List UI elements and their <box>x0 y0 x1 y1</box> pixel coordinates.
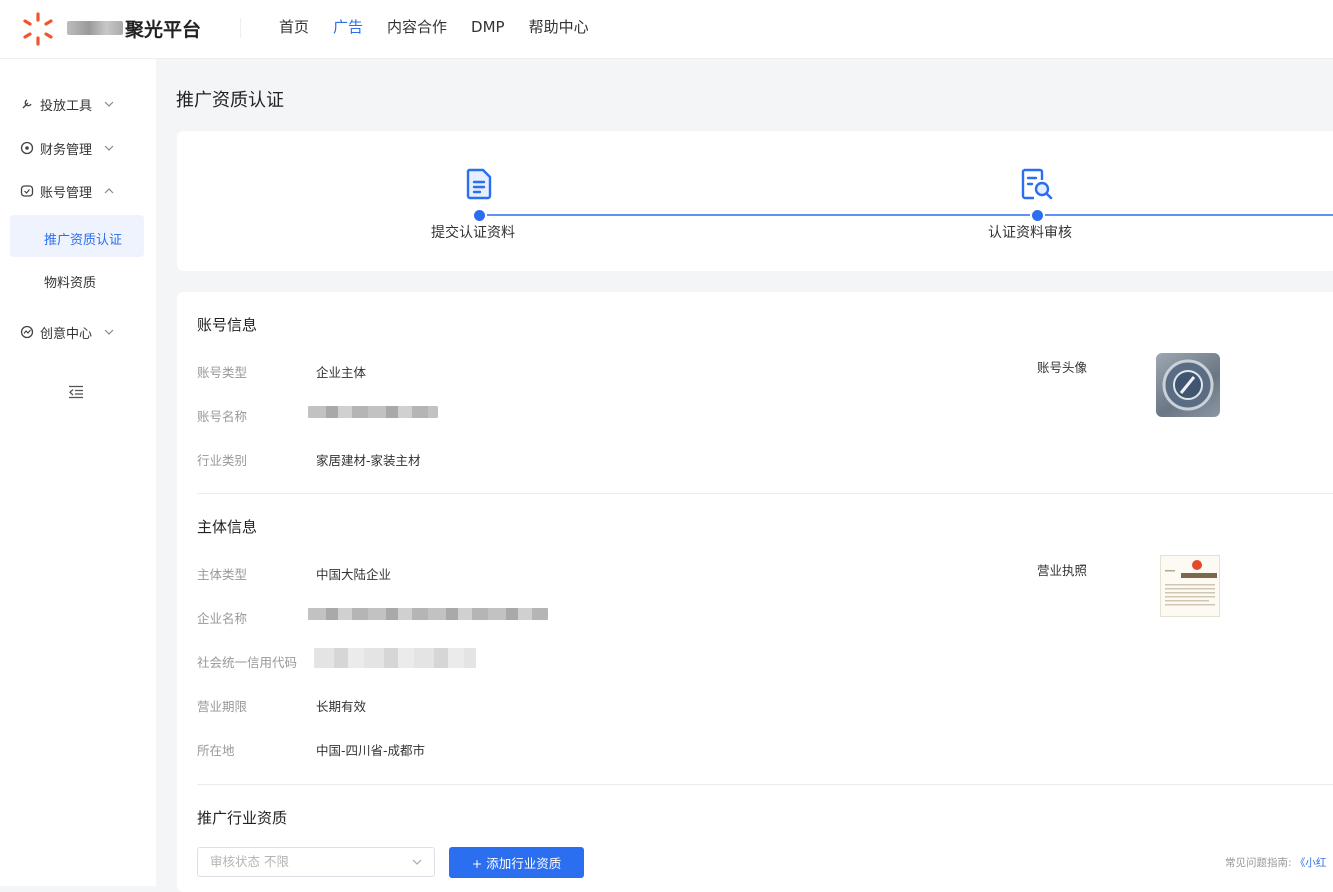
avatar-label: 账号头像 <box>1037 360 1088 375</box>
business-license-image <box>1165 560 1217 606</box>
brand-redacted <box>67 21 123 35</box>
step-2-dot <box>1030 208 1045 223</box>
nav-divider <box>240 18 241 38</box>
progress-steps: 提交认证资料 认证资料审核 <box>177 131 1333 271</box>
faq-guide: 常见问题指南: 《小红 <box>1225 855 1326 870</box>
section-divider <box>197 784 1333 785</box>
step-2-label: 认证资料审核 <box>988 225 1072 241</box>
account-name-label: 账号名称 <box>197 409 248 424</box>
review-status-select[interactable]: 审核状态 不限 <box>197 847 435 877</box>
sidebar-item-label: 创意中心 <box>40 326 93 342</box>
nav-home[interactable]: 首页 <box>279 17 309 37</box>
sidebar-subitem-material-qualification[interactable]: 物料资质 <box>44 272 96 291</box>
faq-link[interactable]: 《小红 <box>1295 857 1327 869</box>
account-type-label: 账号类型 <box>197 365 248 380</box>
review-status-value: 审核状态 不限 <box>210 854 289 869</box>
credit-code-label: 社会统一信用代码 <box>197 655 298 670</box>
sidebar-item-label: 投放工具 <box>40 98 93 114</box>
industry-label: 行业类别 <box>197 453 248 468</box>
location-label: 所在地 <box>197 743 235 758</box>
logo-icon <box>23 12 53 46</box>
subject-info-title: 主体信息 <box>197 518 258 536</box>
nav-ads[interactable]: 广告 <box>333 17 363 37</box>
account-type-value: 企业主体 <box>316 365 367 380</box>
step-1-dot <box>472 208 487 223</box>
creative-icon <box>20 325 34 339</box>
finance-icon <box>20 141 34 155</box>
sidebar-item-creative-center[interactable]: 创意中心 <box>20 321 114 343</box>
page-title: 推广资质认证 <box>176 90 284 111</box>
avatar[interactable] <box>1156 353 1220 417</box>
subject-type-value: 中国大陆企业 <box>316 567 392 582</box>
chevron-down-icon <box>104 145 114 151</box>
subject-type-label: 主体类型 <box>197 567 248 582</box>
nav-content-cooperation[interactable]: 内容合作 <box>387 17 447 37</box>
sidebar-item-label: 财务管理 <box>40 142 93 158</box>
sidebar-subitem-promotion-qualification[interactable]: 推广资质认证 <box>44 229 122 248</box>
qualification-info-card: 账号信息 账号类型 企业主体 账号名称 行业类别 家居建材-家装主材 账号头像 … <box>177 292 1333 892</box>
account-icon <box>20 185 34 197</box>
sidebar-item-tools[interactable]: 投放工具 <box>20 93 114 115</box>
section-divider <box>197 493 1333 494</box>
credit-code-redacted <box>314 648 476 668</box>
industry-qualification-title: 推广行业资质 <box>197 809 288 827</box>
top-navigation-bar: 聚光平台 首页 广告 内容合作 DMP 帮助中心 <box>0 0 1333 59</box>
company-name-redacted <box>308 608 548 620</box>
industry-value: 家居建材-家装主材 <box>316 453 421 468</box>
account-name-redacted <box>308 406 438 418</box>
company-name-label: 企业名称 <box>197 611 248 626</box>
chevron-up-icon <box>104 188 114 194</box>
avatar-image <box>1162 359 1214 411</box>
collapse-sidebar-icon[interactable] <box>68 385 84 399</box>
platform-name: 聚光平台 <box>125 19 202 41</box>
step-1-label: 提交认证资料 <box>431 225 515 241</box>
business-license-thumbnail[interactable] <box>1160 555 1220 617</box>
document-search-icon <box>1021 168 1053 200</box>
main-nav: 首页 广告 内容合作 DMP 帮助中心 <box>279 17 613 37</box>
location-value: 中国-四川省-成都市 <box>316 743 426 758</box>
step-connector <box>477 214 1333 216</box>
sidebar-item-label: 账号管理 <box>40 185 93 201</box>
tool-icon <box>22 99 32 109</box>
business-license-label: 营业执照 <box>1037 563 1088 578</box>
nav-dmp[interactable]: DMP <box>471 17 505 37</box>
chevron-down-icon <box>104 329 114 335</box>
chevron-down-icon <box>412 859 422 865</box>
chevron-down-icon <box>104 101 114 107</box>
account-info-title: 账号信息 <box>197 316 258 334</box>
nav-help-center[interactable]: 帮助中心 <box>529 17 589 37</box>
add-industry-qualification-button[interactable]: + 添加行业资质 <box>449 847 584 878</box>
business-period-label: 营业期限 <box>197 699 248 714</box>
sidebar-item-finance[interactable]: 财务管理 <box>20 137 114 159</box>
sidebar-item-account[interactable]: 账号管理 <box>20 180 114 202</box>
sidebar: 投放工具 财务管理 账号管理 推广资质认证 物料资质 创意中心 <box>0 59 156 886</box>
business-period-value: 长期有效 <box>316 699 367 714</box>
faq-prefix: 常见问题指南: <box>1225 857 1292 869</box>
document-icon <box>466 168 492 200</box>
